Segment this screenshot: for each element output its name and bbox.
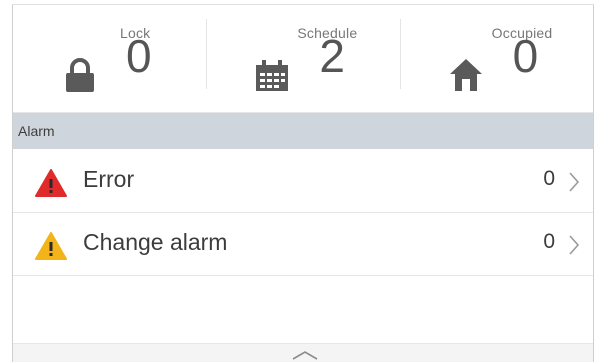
home-icon: [448, 57, 484, 98]
alarm-label-change: Change alarm: [83, 229, 228, 255]
lock-stat[interactable]: Lock 0: [13, 5, 206, 112]
warning-yellow-icon: [34, 231, 68, 266]
chevron-right-icon: [568, 234, 580, 261]
chevron-up-icon[interactable]: [291, 348, 319, 362]
warning-red-icon: [34, 168, 68, 203]
alarm-row-change[interactable]: Change alarm 0: [13, 214, 593, 276]
calendar-icon: [254, 59, 290, 98]
lock-icon: [63, 57, 97, 98]
alarm-label-error: Error: [83, 166, 135, 192]
occupied-count: 0: [512, 30, 540, 82]
lock-count: 0: [126, 30, 153, 82]
alarm-section-header: Alarm: [13, 113, 593, 149]
dashboard-panel: Lock 0 Schedule 2 Occupied 0 Alarm Error…: [12, 4, 594, 362]
expand-handle[interactable]: [13, 343, 593, 362]
chevron-right-icon: [568, 171, 580, 198]
occupied-stat[interactable]: Occupied 0: [399, 5, 593, 112]
status-summary: Lock 0 Schedule 2 Occupied 0: [13, 5, 593, 113]
schedule-count: 2: [319, 30, 346, 82]
alarm-count-error: 0: [543, 167, 555, 190]
alarm-row-error[interactable]: Error 0: [13, 151, 593, 213]
alarm-count-change: 0: [543, 230, 555, 253]
schedule-stat[interactable]: Schedule 2: [206, 5, 399, 112]
